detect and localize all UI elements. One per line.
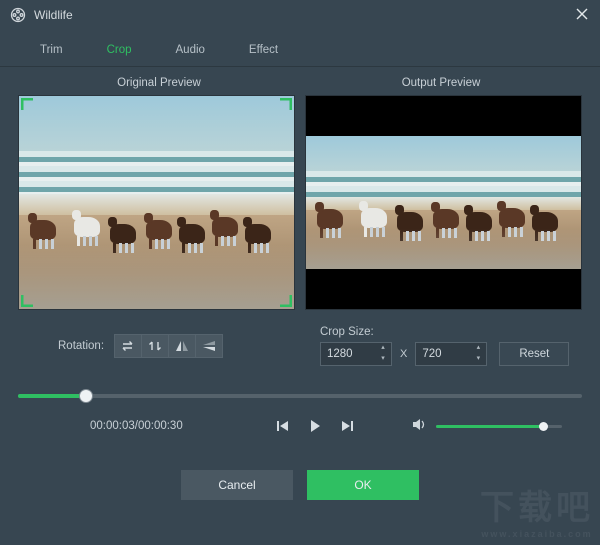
tab-audio[interactable]: Audio bbox=[154, 36, 227, 66]
timeline-track[interactable] bbox=[18, 394, 582, 398]
rotate-swap-button[interactable] bbox=[114, 334, 142, 358]
play-controls bbox=[218, 419, 412, 433]
playback-row: 00:00:03/00:00:30 bbox=[0, 402, 600, 444]
preview-headers: Original Preview Output Preview bbox=[0, 67, 600, 95]
output-preview-label: Output Preview bbox=[300, 77, 582, 89]
preview-row bbox=[0, 95, 600, 310]
prev-button[interactable] bbox=[276, 420, 290, 432]
crop-width-field[interactable]: ▴ ▾ bbox=[320, 342, 392, 366]
rotation-label: Rotation: bbox=[58, 340, 104, 352]
video-edit-dialog: Wildlife Trim Crop Audio Effect Original… bbox=[0, 0, 600, 545]
flip-vertical-button[interactable] bbox=[195, 334, 223, 358]
crop-width-down[interactable]: ▾ bbox=[377, 355, 389, 364]
original-preview-label: Original Preview bbox=[18, 77, 300, 89]
output-preview bbox=[305, 95, 582, 310]
crop-height-field[interactable]: ▴ ▾ bbox=[415, 342, 487, 366]
play-button[interactable] bbox=[308, 419, 322, 433]
window-title: Wildlife bbox=[34, 8, 576, 22]
crop-height-input[interactable] bbox=[416, 348, 464, 360]
timeline-wrap bbox=[0, 376, 600, 402]
tab-crop[interactable]: Crop bbox=[85, 36, 154, 66]
timeline-thumb[interactable] bbox=[80, 390, 92, 402]
tab-trim[interactable]: Trim bbox=[18, 36, 85, 66]
crop-height-down[interactable]: ▾ bbox=[472, 355, 484, 364]
crop-handle-bottom-right[interactable] bbox=[279, 294, 292, 307]
crop-height-up[interactable]: ▴ bbox=[472, 344, 484, 353]
timeline-fill bbox=[18, 394, 86, 398]
crop-handle-top-right[interactable] bbox=[279, 98, 292, 111]
crop-width-input[interactable] bbox=[321, 348, 369, 360]
time-display: 00:00:03/00:00:30 bbox=[18, 420, 218, 432]
next-button[interactable] bbox=[340, 420, 354, 432]
crop-size-separator: X bbox=[400, 348, 407, 360]
crop-handle-top-left[interactable] bbox=[21, 98, 34, 111]
volume-block bbox=[412, 418, 582, 434]
volume-fill bbox=[436, 425, 543, 428]
titlebar: Wildlife bbox=[0, 0, 600, 30]
volume-slider[interactable] bbox=[436, 425, 562, 428]
reset-button[interactable]: Reset bbox=[499, 342, 569, 366]
flip-horizontal-button[interactable] bbox=[168, 334, 196, 358]
ok-button[interactable]: OK bbox=[307, 470, 419, 500]
original-preview[interactable] bbox=[18, 95, 295, 310]
crop-handle-bottom-left[interactable] bbox=[21, 294, 34, 307]
rotation-block: Rotation: bbox=[18, 334, 320, 358]
volume-thumb[interactable] bbox=[539, 422, 548, 431]
film-reel-icon bbox=[10, 7, 26, 23]
tab-bar: Trim Crop Audio Effect bbox=[0, 30, 600, 67]
crop-width-up[interactable]: ▴ bbox=[377, 344, 389, 353]
dialog-footer: Cancel OK bbox=[0, 444, 600, 500]
controls-row: Rotation: bbox=[0, 310, 600, 376]
rotate-90-button[interactable] bbox=[141, 334, 169, 358]
close-button[interactable] bbox=[576, 8, 590, 22]
crop-size-label: Crop Size: bbox=[320, 326, 582, 338]
tab-effect[interactable]: Effect bbox=[227, 36, 300, 66]
volume-icon[interactable] bbox=[412, 418, 428, 434]
cancel-button[interactable]: Cancel bbox=[181, 470, 293, 500]
crop-size-block: Crop Size: ▴ ▾ X ▴ ▾ Reset bbox=[320, 326, 582, 366]
